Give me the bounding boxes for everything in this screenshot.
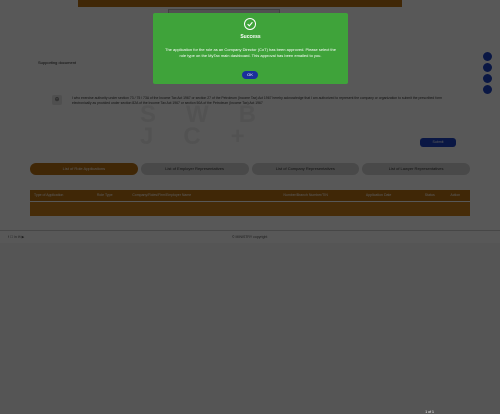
ok-button[interactable]: OK (242, 71, 258, 79)
success-modal: Success The application for the role as … (153, 13, 348, 84)
check-circle-icon (244, 18, 256, 30)
pagination[interactable]: 1 of 1 (425, 410, 434, 414)
modal-message: The application for the role as an Compa… (165, 47, 336, 58)
modal-title: Success (240, 34, 261, 40)
